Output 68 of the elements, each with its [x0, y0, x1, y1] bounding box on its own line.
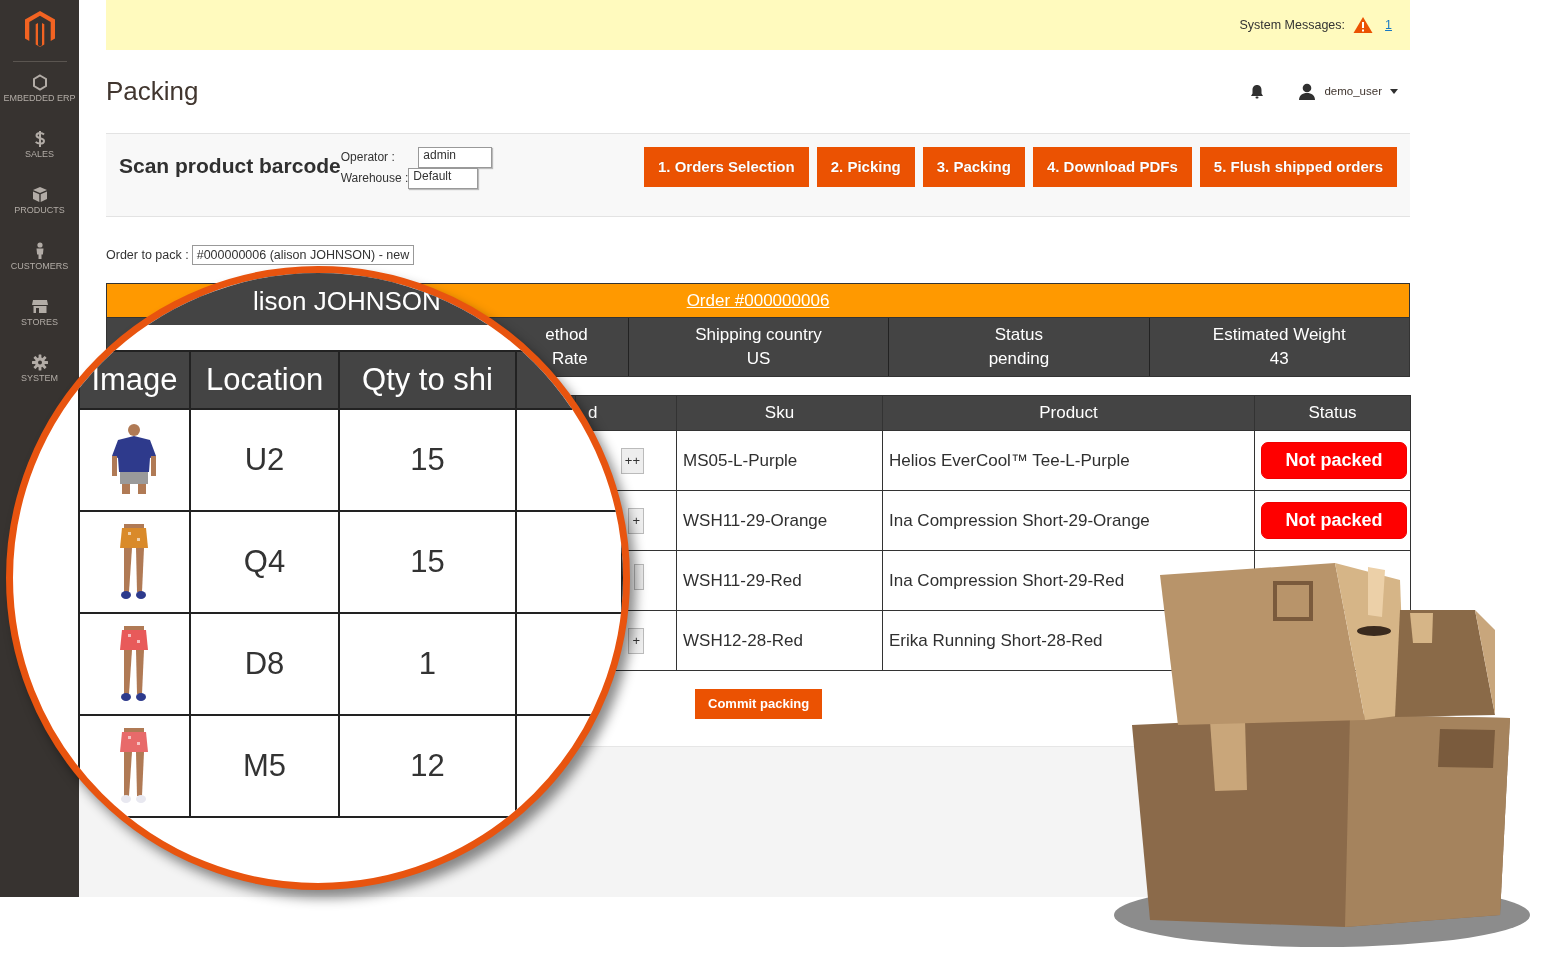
table-cell: 15 — [339, 511, 516, 613]
sidebar-item[interactable]: EMBEDDED ERP — [0, 70, 79, 126]
order-select[interactable]: #000000006 (alison JOHNSON) - new — [191, 245, 415, 265]
warehouse-field[interactable]: Default — [408, 168, 479, 189]
logo-icon[interactable] — [23, 10, 56, 48]
table-cell: WSH11-29-Red — [676, 550, 883, 611]
scan-title: Scan product barcode — [119, 154, 341, 177]
warehouse-label: Warehouse : — [340, 171, 409, 186]
step-button[interactable]: 5. Flush shipped orders — [1199, 147, 1397, 187]
table-cell: 12 — [339, 715, 516, 817]
column-header: Product — [882, 395, 1255, 431]
add-button[interactable]: + — [628, 627, 644, 654]
sidebar-item[interactable]: PRODUCTS — [0, 182, 79, 238]
column-header: Location — [189, 351, 340, 409]
table-cell: Ina Compression Short-29-Orange — [882, 490, 1255, 551]
step-button[interactable]: 3. Packing — [922, 147, 1025, 187]
message-count-link[interactable]: 1 — [1385, 15, 1392, 35]
table-cell: MS05-L-Purple — [676, 430, 883, 491]
hexagon-icon — [31, 74, 48, 91]
step-button[interactable]: 4. Download PDFs — [1032, 147, 1192, 187]
order-to-pack-label: Order to pack : — [106, 246, 189, 264]
table-cell: 15 — [339, 409, 516, 511]
order-info-text: ethod — [545, 324, 588, 346]
add-button[interactable] — [634, 564, 644, 591]
bell-icon[interactable] — [1250, 84, 1265, 99]
order-info-text: Shipping country — [695, 324, 822, 346]
table-cell: 1 — [339, 613, 516, 715]
status-label: Not packed — [1261, 442, 1407, 479]
step-button[interactable]: 2. Picking — [816, 147, 915, 187]
column-header: Image — [79, 351, 190, 409]
store-icon — [31, 298, 48, 315]
order-info-text: 43 — [1269, 348, 1289, 370]
user-icon — [1298, 83, 1317, 100]
operator-label: Operator : — [340, 150, 396, 164]
column-header: Sku — [676, 395, 883, 431]
column-header: Status — [1254, 395, 1411, 431]
sidebar-item[interactable]: STORES — [0, 294, 79, 350]
caret-icon — [1390, 89, 1398, 94]
warning-icon — [1353, 16, 1374, 34]
customer-name: lison JOHNSON — [253, 286, 441, 316]
table-cell: Q4 — [189, 511, 340, 613]
operator-field[interactable]: admin — [418, 147, 493, 168]
table-cell: U2 — [189, 409, 340, 511]
table-cell: D8 — [189, 613, 340, 715]
order-info-text: Rate — [551, 348, 588, 370]
system-messages-label: System Messages: — [1239, 16, 1346, 34]
sidebar-item[interactable]: SALES — [0, 126, 79, 182]
add-button[interactable]: ++ — [620, 447, 644, 474]
table-cell: WSH11-29-Orange — [676, 490, 883, 551]
order-info-text: pending — [988, 348, 1050, 370]
user-menu[interactable]: demo_user — [1298, 82, 1398, 101]
sidebar-item[interactable]: CUSTOMERS — [0, 238, 79, 294]
step-button[interactable]: 1. Orders Selection — [643, 147, 809, 187]
order-info-text: Status — [994, 324, 1043, 346]
column-header: d — [575, 395, 677, 431]
table-cell: WSH12-28-Red — [676, 610, 883, 671]
table-cell: M5 — [189, 715, 340, 817]
gear-icon — [31, 354, 48, 371]
commit-packing-button[interactable]: Commit packing — [695, 689, 823, 719]
add-button[interactable]: + — [628, 507, 644, 534]
status-label: Not packed — [1261, 502, 1407, 539]
table-cell: Helios EverCool™ Tee-L-Purple — [882, 430, 1255, 491]
page-title: Packing — [106, 75, 199, 108]
box-icon — [31, 186, 48, 203]
order-info-text: US — [746, 348, 771, 370]
sidebar-item[interactable]: SYSTEM — [0, 350, 79, 406]
order-info-text: Estimated Weight — [1212, 324, 1346, 346]
column-header: Qty to shi — [339, 351, 516, 409]
